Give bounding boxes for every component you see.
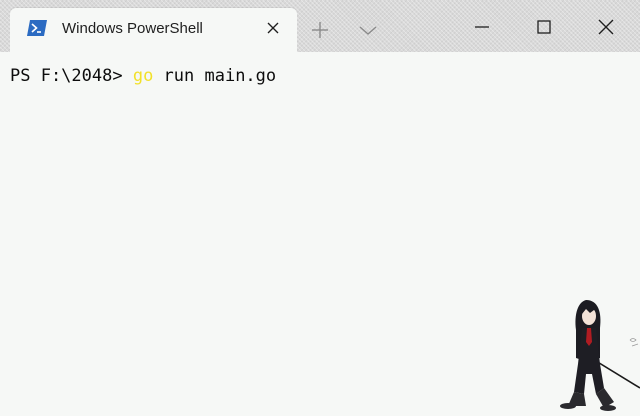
title-bar[interactable]: Windows PowerShell: [0, 0, 640, 52]
command-name: go: [132, 66, 154, 86]
chevron-down-icon[interactable]: [356, 18, 380, 42]
prompt-text: PS F:\2048>: [10, 66, 133, 86]
minimize-icon[interactable]: [469, 14, 495, 40]
command-line: PS F:\2048> go run main.go: [10, 65, 276, 87]
command-args: run main.go: [153, 66, 277, 86]
terminal-output[interactable]: PS F:\2048> go run main.go: [0, 52, 640, 416]
tab-windows-powershell[interactable]: Windows PowerShell: [10, 8, 297, 52]
powershell-icon: [27, 20, 47, 36]
maximize-icon[interactable]: [531, 14, 557, 40]
new-tab-plus-icon[interactable]: [308, 18, 332, 42]
window-close-icon[interactable]: [593, 14, 619, 40]
tab-title: Windows PowerShell: [62, 20, 203, 37]
tab-close-icon[interactable]: [263, 18, 283, 38]
background-character-image: [560, 300, 640, 411]
